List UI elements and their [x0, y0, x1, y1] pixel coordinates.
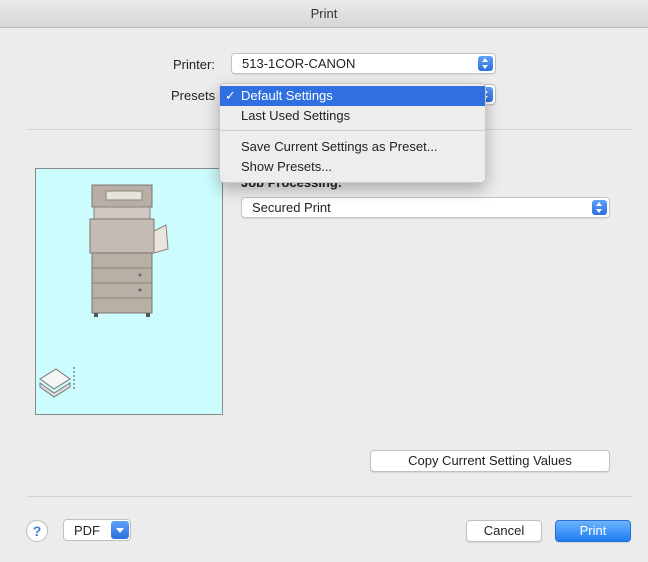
help-icon: ? [32, 523, 42, 539]
bottom-divider [27, 496, 633, 497]
menu-item-last-used-settings[interactable]: Last Used Settings [220, 106, 485, 126]
presets-dropdown-menu: ✓ Default Settings Last Used Settings Sa… [219, 83, 486, 183]
printer-preview-panel [35, 168, 223, 415]
job-processing-popup[interactable]: Secured Print [241, 197, 610, 218]
pdf-label: PDF [74, 523, 100, 538]
printer-label: Printer: [173, 57, 215, 72]
popup-stepper-icon [592, 200, 607, 215]
printer-value: 513-1COR-CANON [242, 56, 356, 71]
window-titlebar: Print [0, 0, 648, 28]
menu-item-default-settings[interactable]: ✓ Default Settings [220, 86, 485, 106]
presets-label: Presets [171, 88, 216, 103]
cancel-button[interactable]: Cancel [466, 520, 542, 542]
print-button[interactable]: Print [555, 520, 631, 542]
paper-stack-icon [39, 367, 75, 398]
printer-device-icon [89, 184, 169, 317]
printer-popup[interactable]: 513-1COR-CANON [231, 53, 496, 74]
menu-item-show-presets[interactable]: Show Presets... [220, 157, 485, 177]
pdf-menu-button[interactable]: PDF [63, 519, 131, 541]
menu-separator [220, 130, 485, 131]
chevron-down-icon [111, 521, 129, 539]
checkmark-icon: ✓ [225, 88, 236, 103]
menu-item-save-preset[interactable]: Save Current Settings as Preset... [220, 137, 485, 157]
job-processing-value: Secured Print [252, 200, 331, 215]
copy-current-setting-values-button[interactable]: Copy Current Setting Values [370, 450, 610, 472]
help-button[interactable]: ? [26, 520, 48, 542]
popup-stepper-icon [478, 56, 493, 71]
printer-illustration [39, 184, 169, 398]
window-title: Print [310, 6, 338, 21]
